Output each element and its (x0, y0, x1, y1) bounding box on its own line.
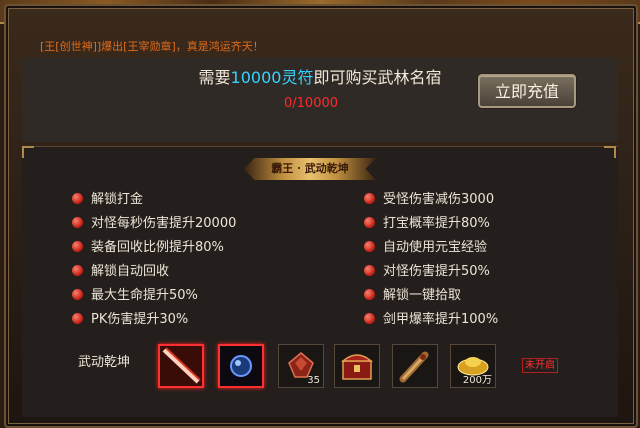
bullet-icon (72, 241, 83, 252)
perk-item: 最大生命提升50% (72, 286, 198, 306)
bullet-icon (364, 265, 375, 276)
bullet-icon (72, 313, 83, 324)
perk-item: 解锁打金 (72, 190, 143, 210)
requirement-suffix: 即可购买武林名宿 (313, 68, 442, 87)
reward-slot[interactable]: 200万 (450, 344, 496, 388)
item-quantity: 200万 (462, 375, 492, 386)
perk-text: 打宝概率提升80% (383, 216, 490, 231)
requirement-prefix: 需要 (198, 68, 231, 87)
bullet-icon (72, 217, 83, 228)
perk-item: 自动使用元宝经验 (364, 238, 487, 258)
reward-slot[interactable] (334, 344, 380, 388)
scroll-icon (399, 351, 429, 383)
announcement-marquee: [王[创世神]]爆出[王宰勋章]，真是鸿运齐天！ (40, 40, 264, 53)
perk-item: 解锁自动回收 (72, 262, 169, 282)
reward-slot[interactable] (158, 344, 204, 388)
bullet-icon (364, 241, 375, 252)
perk-text: 剑甲爆率提升100% (383, 312, 499, 327)
sword-effect-icon (160, 346, 202, 386)
perk-text: 解锁打金 (91, 192, 144, 207)
perk-item: 对怪每秒伤害提升20000 (72, 214, 236, 234)
perk-item: PK伤害提升30% (72, 310, 188, 330)
bullet-icon (364, 289, 375, 300)
perk-item: 打宝概率提升80% (364, 214, 490, 234)
bullet-icon (364, 313, 375, 324)
perk-text: 受怪伤害减伤3000 (383, 192, 495, 207)
corner-ornament (604, 146, 616, 158)
perk-item: 装备回收比例提升80% (72, 238, 224, 258)
bullet-icon (364, 193, 375, 204)
status-badge: 未开启 (522, 358, 558, 373)
perk-item: 对怪伤害提升50% (364, 262, 490, 282)
recharge-button[interactable]: 立即充值 (478, 74, 576, 108)
perk-item: 解锁一键拾取 (364, 286, 461, 306)
perk-text: PK伤害提升30% (91, 312, 189, 327)
perk-item: 剑甲爆率提升100% (364, 310, 498, 330)
perk-text: 自动使用元宝经验 (383, 240, 488, 255)
bullet-icon (72, 289, 83, 300)
reward-slot[interactable]: 35 (278, 344, 324, 388)
treasure-chest-icon (340, 354, 374, 380)
reward-slot[interactable] (218, 344, 264, 388)
corner-ornament (22, 146, 34, 158)
reward-slot[interactable] (392, 344, 438, 388)
perk-text: 最大生命提升50% (91, 288, 198, 303)
bullet-icon (72, 193, 83, 204)
perk-text: 解锁自动回收 (91, 264, 170, 279)
privilege-title-banner: 霸王 · 武动乾坤 (244, 158, 376, 180)
skill-label: 武动乾坤 (78, 355, 131, 370)
blue-orb-icon (220, 346, 262, 386)
item-quantity: 35 (307, 375, 320, 386)
recharge-progress: 0/10000 (284, 96, 339, 111)
perk-text: 解锁一键拾取 (383, 288, 462, 303)
bullet-icon (364, 217, 375, 228)
requirement-amount: 10000灵符 (230, 68, 314, 87)
perk-text: 对怪每秒伤害提升20000 (91, 216, 237, 231)
perk-text: 装备回收比例提升80% (91, 240, 224, 255)
perk-text: 对怪伤害提升50% (383, 264, 490, 279)
bullet-icon (72, 265, 83, 276)
perk-item: 受怪伤害减伤3000 (364, 190, 494, 210)
